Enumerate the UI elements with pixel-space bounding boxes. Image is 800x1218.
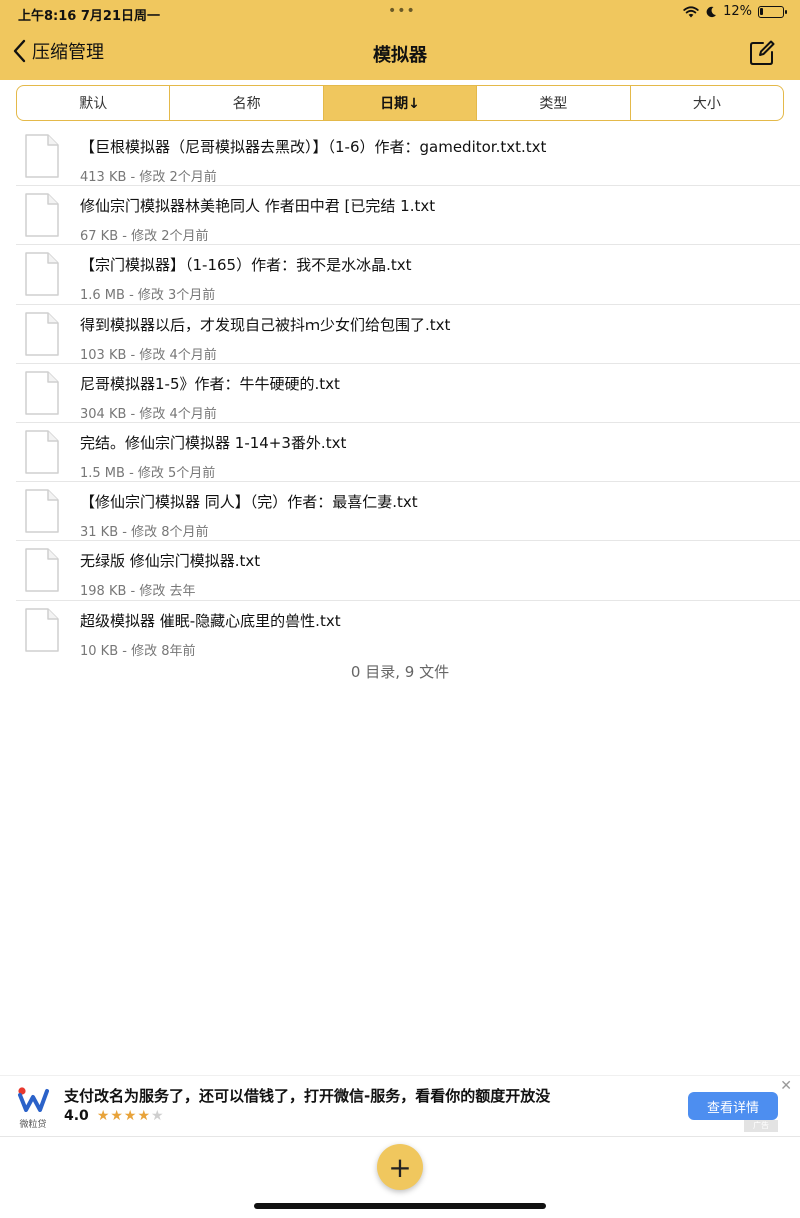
document-icon [25, 371, 59, 415]
navigation-bar: 压缩管理 模拟器 [0, 26, 800, 80]
back-button[interactable]: 压缩管理 [12, 38, 104, 64]
edit-icon[interactable] [748, 39, 776, 67]
file-row[interactable]: 无绿版 修仙宗门模拟器.txt 198 KB - 修改 去年 [16, 541, 800, 601]
chevron-left-icon [13, 39, 26, 63]
file-row[interactable]: 修仙宗门模拟器林美艳同人 作者田中君 [已完结 1.txt 67 KB - 修改… [16, 186, 800, 246]
wifi-icon [683, 5, 699, 17]
file-meta: 304 KB - 修改 4个月前 [80, 406, 217, 422]
file-meta: 10 KB - 修改 8年前 [80, 643, 196, 659]
file-row[interactable]: 尼哥模拟器1-5》作者：牛牛硬硬的.txt 304 KB - 修改 4个月前 [16, 364, 800, 423]
status-time: 上午8:16 7月21日周一 [18, 9, 160, 24]
document-icon [25, 193, 59, 237]
ad-logo-label: 微粒贷 [19, 1120, 47, 1130]
ad-rating-row: 4.0 ★★★★★ [64, 1108, 165, 1124]
file-meta: 1.5 MB - 修改 5个月前 [80, 465, 216, 481]
close-icon[interactable]: ✕ [780, 1078, 792, 1094]
ad-logo: 微粒贷 [16, 1086, 50, 1130]
file-row[interactable]: 【巨根模拟器（尼哥模拟器去黑改）】（1-6）作者：gameditor.txt.t… [16, 127, 800, 187]
multitasking-dots[interactable]: ••• [388, 3, 416, 19]
document-icon [25, 489, 59, 533]
document-icon [25, 548, 59, 593]
file-name: 完结。修仙宗门模拟器 1-14+3番外.txt [80, 433, 347, 452]
battery-percent: 12% [723, 4, 752, 19]
file-meta: 198 KB - 修改 去年 [80, 584, 196, 600]
weilidai-logo-icon [18, 1087, 49, 1112]
file-name: 得到模拟器以后，才发现自己被抖ｍ少女们给包围了.txt [80, 315, 451, 334]
file-name: 【巨根模拟器（尼哥模拟器去黑改）】（1-6）作者：gameditor.txt.t… [80, 138, 547, 156]
file-name: 超级模拟器 催眠-隐藏心底里的兽性.txt [80, 611, 341, 630]
moon-icon [706, 6, 717, 17]
document-icon [25, 311, 59, 356]
file-name: 无绿版 修仙宗门模拟器.txt [80, 552, 261, 571]
folder-summary: 0 目录, 9 文件 [350, 663, 450, 681]
sort-tab-date[interactable]: 日期↓ [323, 86, 478, 120]
document-icon [25, 134, 59, 178]
view-details-button[interactable]: 查看详情 [688, 1092, 778, 1120]
home-indicator[interactable] [254, 1203, 546, 1209]
file-meta: 31 KB - 修改 8个月前 [80, 525, 209, 541]
file-meta: 103 KB - 修改 4个月前 [80, 347, 217, 363]
ad-headline: 支付改名为服务了，还可以借钱了，打开微信-服务，看看你的额度开放没 [64, 1087, 551, 1105]
file-name: 【宗门模拟器】（1-165）作者：我不是水冰晶.txt [80, 256, 412, 275]
sort-tab-default[interactable]: 默认 [17, 86, 171, 120]
sort-tab-type[interactable]: 类型 [477, 86, 631, 120]
add-button[interactable]: + [377, 1144, 423, 1190]
file-meta: 67 KB - 修改 2个月前 [80, 229, 209, 245]
file-name: 尼哥模拟器1-5》作者：牛牛硬硬的.txt [80, 374, 340, 393]
back-label: 压缩管理 [32, 42, 104, 63]
sort-tab-size[interactable]: 大小 [631, 86, 783, 120]
file-row[interactable]: 【修仙宗门模拟器 同人】（完）作者：最喜仁妻.txt 31 KB - 修改 8个… [16, 482, 800, 542]
document-icon [25, 430, 59, 474]
sort-tab-name[interactable]: 名称 [170, 86, 324, 120]
status-indicators: 12% [683, 4, 787, 19]
star-rating-icon: ★★★★★ [96, 1108, 165, 1124]
file-meta: 1.6 MB - 修改 3个月前 [80, 288, 216, 304]
file-meta: 413 KB - 修改 2个月前 [80, 170, 217, 185]
file-row[interactable]: 【宗门模拟器】（1-165）作者：我不是水冰晶.txt 1.6 MB - 修改 … [16, 245, 800, 305]
document-icon [25, 607, 59, 652]
file-row[interactable]: 完结。修仙宗门模拟器 1-14+3番外.txt 1.5 MB - 修改 5个月前 [16, 423, 800, 483]
file-name: 【修仙宗门模拟器 同人】（完）作者：最喜仁妻.txt [80, 493, 418, 512]
file-name: 修仙宗门模拟器林美艳同人 作者田中君 [已完结 1.txt [80, 197, 436, 216]
file-row[interactable]: 超级模拟器 催眠-隐藏心底里的兽性.txt 10 KB - 修改 8年前 [16, 601, 800, 660]
battery-fill [760, 7, 763, 15]
sort-segmented-control: 默认 名称 日期↓ 类型 大小 [16, 85, 784, 121]
page-title: 模拟器 [373, 45, 427, 66]
document-icon [25, 252, 59, 297]
ad-banner[interactable]: 微粒贷 支付改名为服务了，还可以借钱了，打开微信-服务，看看你的额度开放没 4.… [0, 1075, 800, 1137]
ad-corner-tag: 广告 [744, 1120, 778, 1132]
file-list: 【巨根模拟器（尼哥模拟器去黑改）】（1-6）作者：gameditor.txt.t… [16, 127, 800, 660]
ad-rating-value: 4.0 [64, 1108, 89, 1124]
battery-icon [758, 5, 787, 18]
status-bar: 上午8:16 7月21日周一 ••• 12% [0, 0, 800, 26]
file-row[interactable]: 得到模拟器以后，才发现自己被抖ｍ少女们给包围了.txt 103 KB - 修改 … [16, 305, 800, 364]
